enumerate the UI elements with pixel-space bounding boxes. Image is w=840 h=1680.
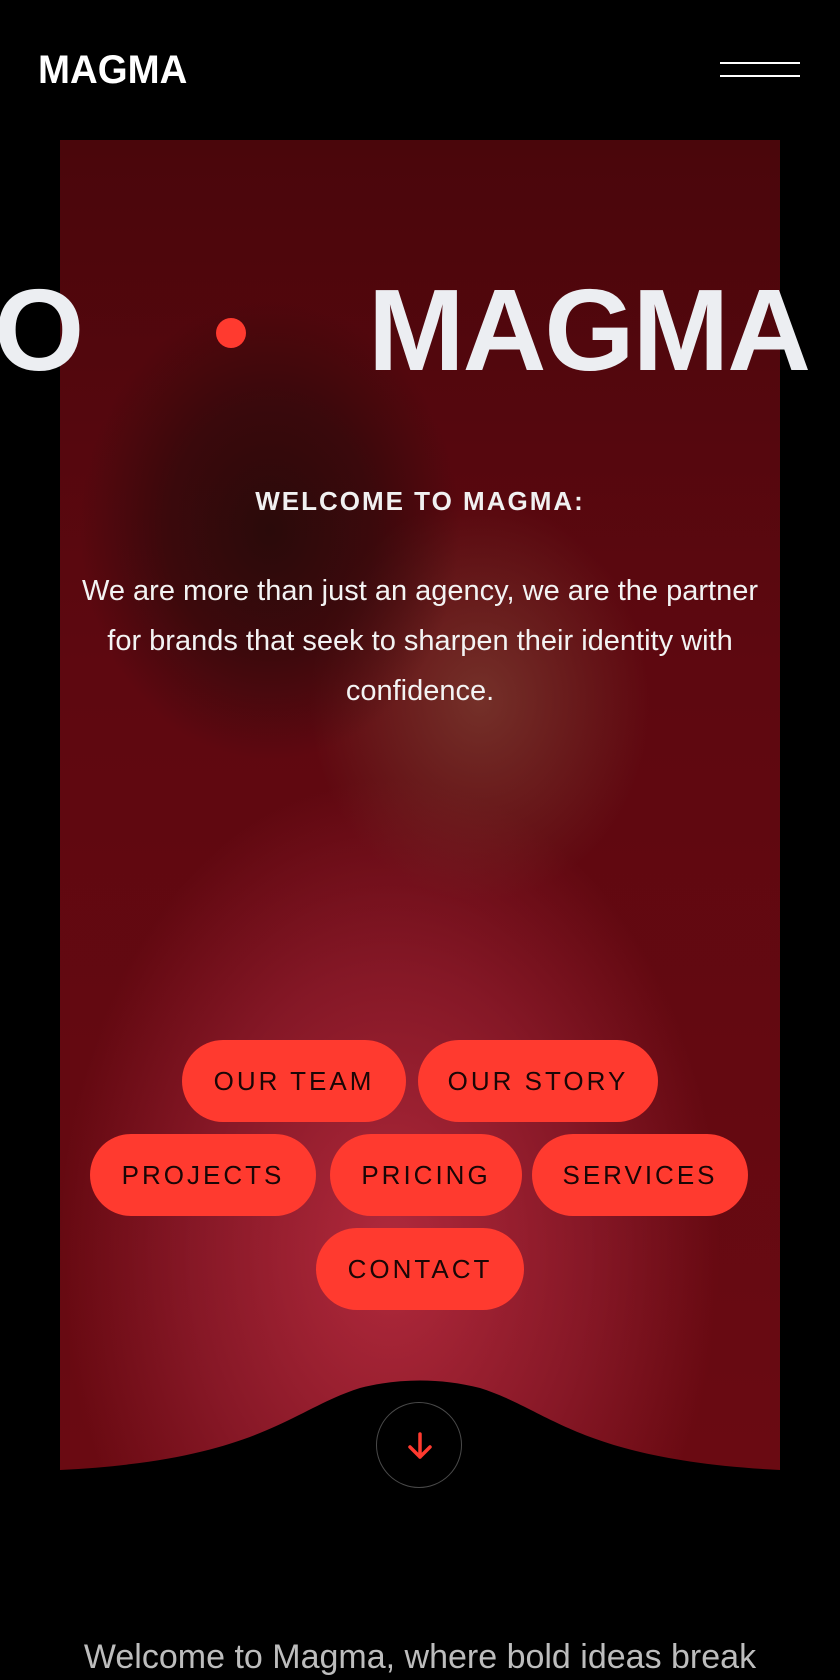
projects-button[interactable]: PROJECTS	[90, 1134, 316, 1216]
marquee-text-fragment: O	[0, 270, 84, 390]
marquee-dot-icon	[216, 318, 246, 348]
site-header: MAGMA	[0, 0, 840, 140]
services-button[interactable]: SERVICES	[532, 1134, 748, 1216]
intro-paragraph: We are more than just an agency, we are …	[82, 575, 758, 707]
our-team-button[interactable]: OUR TEAM	[182, 1040, 406, 1122]
scroll-down-button[interactable]	[376, 1402, 462, 1488]
site-logo[interactable]: MAGMA	[38, 48, 187, 92]
hamburger-menu-icon-top-bar	[720, 62, 800, 64]
arrow-down-icon	[408, 1432, 432, 1459]
hamburger-menu-icon-bottom-bar	[720, 75, 800, 77]
welcome-heading: WELCOME TO MAGMA:	[255, 486, 585, 516]
our-story-button[interactable]: OUR STORY	[418, 1040, 658, 1122]
marquee-banner: O MAGMA	[0, 270, 840, 390]
pricing-button[interactable]: PRICING	[330, 1134, 522, 1216]
marquee-brand-title: MAGMA	[368, 270, 811, 390]
contact-button[interactable]: CONTACT	[316, 1228, 524, 1310]
welcome-intro-text: Welcome to Magma, where bold ideas break	[83, 1638, 757, 1676]
hamburger-menu-button[interactable]	[720, 58, 800, 80]
